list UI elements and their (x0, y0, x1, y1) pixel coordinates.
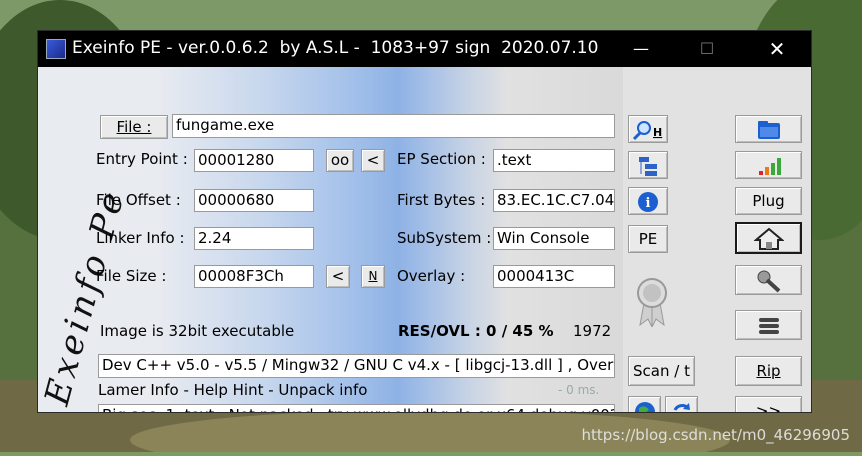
next-button[interactable]: >> (735, 396, 802, 412)
first-bytes-label: First Bytes : (397, 191, 486, 209)
app-window: Exeinfo PE - ver.0.0.6.2 by A.S.L - 1083… (38, 31, 811, 412)
web-button[interactable] (628, 396, 661, 412)
section-view-button[interactable] (628, 151, 668, 179)
signature-count: 1972 (573, 322, 612, 340)
folder-icon (757, 121, 780, 139)
menu-lines-icon (758, 318, 779, 334)
linker-info-label: Linker Info : (96, 229, 185, 247)
app-icon (46, 39, 66, 59)
pe-button[interactable]: PE (628, 225, 668, 253)
tree-list-icon (639, 157, 657, 176)
rip-button[interactable]: Rip (735, 356, 802, 386)
file-offset-field[interactable]: 00000680 (194, 189, 314, 212)
overlay-label: Overlay : (397, 267, 466, 285)
open-folder-button[interactable] (735, 115, 802, 143)
maximize-button[interactable]: ☐ (684, 31, 730, 67)
close-button[interactable]: ✕ (754, 31, 800, 67)
plug-button[interactable]: Plug (735, 187, 802, 215)
scan-button[interactable]: Scan / t (628, 356, 695, 386)
file-size-label: File Size : (96, 267, 167, 285)
n-button-label: N (368, 269, 378, 283)
magnifier-icon: H (632, 121, 662, 141)
minimize-button[interactable]: — (618, 31, 664, 67)
file-name-field[interactable]: fungame.exe (172, 114, 615, 138)
stats-button[interactable] (735, 151, 802, 179)
info-button[interactable]: i (628, 187, 668, 215)
content-area: Exeinfo Pe File : fungame.exe Entry Poin… (38, 67, 623, 412)
refresh-button[interactable] (665, 396, 698, 412)
home-icon (753, 227, 784, 250)
lamer-info-link[interactable]: Lamer Info - Help Hint - Unpack info (98, 381, 367, 399)
window-title: Exeinfo PE - ver.0.0.6.2 by A.S.L - 1083… (72, 38, 599, 58)
linker-info-field[interactable]: 2.24 (194, 227, 314, 250)
main-panel: Exeinfo Pe File : fungame.exe Entry Poin… (38, 67, 811, 412)
file-button-label: File : (116, 118, 152, 136)
file-offset-label: File Offset : (96, 191, 181, 209)
res-ovl-text: RES/OVL : 0 / 45 % (398, 322, 554, 340)
ep-section-label: EP Section : (397, 150, 486, 168)
refresh-icon (673, 403, 690, 411)
hint-field[interactable]: Big sec. 1 .text , Not packed , try www.… (98, 404, 615, 412)
scan-time-text: - 0 ms. (558, 383, 600, 397)
file-button[interactable]: File : (100, 115, 168, 139)
size-back-button[interactable]: < (326, 265, 350, 288)
n-button[interactable]: N (361, 265, 385, 288)
title-bar: Exeinfo PE - ver.0.0.6.2 by A.S.L - 1083… (38, 31, 811, 67)
subsystem-field[interactable]: Win Console (493, 227, 615, 250)
entry-point-label: Entry Point : (96, 150, 188, 168)
toolbar-panel: H i PE Scan / t Plug Rip >> (623, 67, 811, 412)
tools-button[interactable] (735, 265, 802, 295)
rip-button-label: Rip (756, 362, 781, 380)
home-button[interactable] (735, 222, 802, 254)
svg-text:i: i (646, 196, 651, 211)
ep-section-field[interactable]: .text (493, 149, 615, 172)
watermark: https://blog.csdn.net/m0_46296905 (581, 426, 850, 444)
info-icon: i (638, 192, 658, 212)
detection-result-field[interactable]: Dev C++ v5.0 - v5.5 / Mingw32 / GNU C v4… (98, 354, 615, 378)
ep-back-button[interactable]: < (361, 149, 385, 172)
next-button-label: >> (755, 402, 782, 412)
award-ribbon-icon (636, 275, 668, 331)
exeinfo-logo: Exeinfo Pe (38, 184, 134, 410)
menu-button[interactable] (735, 310, 802, 340)
oo-button[interactable]: oo (326, 149, 354, 172)
first-bytes-field[interactable]: 83.EC.1C.C7.04 (493, 189, 615, 212)
signal-bars-icon (758, 158, 781, 175)
image-type-text: Image is 32bit executable (100, 322, 295, 340)
wrench-icon (757, 270, 780, 293)
hex-search-button[interactable]: H (628, 115, 668, 143)
globe-icon (634, 402, 655, 412)
entry-point-field[interactable]: 00001280 (194, 149, 314, 172)
subsystem-label: SubSystem : (397, 229, 492, 247)
file-size-field[interactable]: 00008F3Ch (194, 265, 314, 288)
overlay-field[interactable]: 0000413C (493, 265, 615, 288)
svg-text:H: H (653, 126, 662, 139)
